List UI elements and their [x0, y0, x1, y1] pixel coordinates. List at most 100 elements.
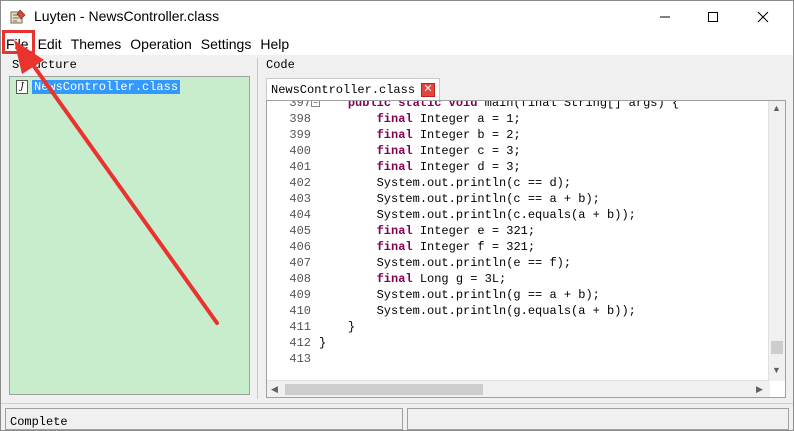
- code-keyword: final: [376, 272, 413, 286]
- minimize-icon: [660, 16, 670, 18]
- horizontal-scroll-thumb[interactable]: [285, 384, 483, 395]
- scroll-down-icon[interactable]: ▼: [772, 365, 781, 375]
- code-line: System.out.println(g == a + b);: [319, 287, 600, 303]
- line-number: 407: [289, 256, 311, 270]
- code-panel: Code NewsController.class ✕ 397−398 399 40…: [257, 58, 791, 399]
- code-text: main(final String[] args) {: [477, 101, 680, 110]
- code-text: System.out.println(g.equals(a + b));: [376, 304, 636, 318]
- window-title: Luyten - NewsController.class: [34, 8, 220, 24]
- code-line: final Integer d = 3;: [319, 159, 521, 175]
- menu-operation[interactable]: Operation: [126, 33, 196, 55]
- line-number: 409: [289, 288, 311, 302]
- luyten-app-icon: [10, 9, 26, 24]
- code-text: Integer a = 1;: [412, 112, 521, 126]
- code-keyword: final: [376, 144, 413, 158]
- code-text: Long g = 3L;: [412, 272, 507, 286]
- code-text: Integer c = 3;: [412, 144, 521, 158]
- code-editor[interactable]: 397−398 399 400 401 402 403 404 405 406 407 408 409…: [266, 100, 786, 398]
- code-text-area[interactable]: public static void main(final String[] a…: [319, 101, 767, 381]
- tree-item-newscontroller[interactable]: J NewsController.class: [16, 80, 181, 94]
- code-label: Code: [266, 58, 295, 72]
- code-text: Integer f = 321;: [412, 240, 536, 254]
- line-number: 399: [289, 128, 311, 142]
- scroll-right-icon[interactable]: ▶: [756, 384, 763, 395]
- code-line: System.out.println(c == a + b);: [319, 191, 600, 207]
- line-number: 404: [289, 208, 311, 222]
- code-keyword: final: [376, 224, 413, 238]
- maximize-icon: [708, 12, 718, 22]
- menu-help[interactable]: Help: [256, 33, 294, 55]
- code-line: public static void main(final String[] a…: [319, 101, 679, 111]
- code-line: System.out.println(e == f);: [319, 255, 571, 271]
- line-number: 398: [289, 112, 311, 126]
- scroll-up-icon[interactable]: ▲: [772, 103, 781, 113]
- menu-edit[interactable]: Edit: [34, 33, 67, 55]
- tab-close-icon[interactable]: ✕: [421, 82, 436, 97]
- scroll-left-icon[interactable]: ◀: [271, 384, 278, 395]
- close-icon: [757, 11, 769, 23]
- status-text: Complete: [10, 415, 68, 429]
- code-line: final Integer b = 2;: [319, 127, 521, 143]
- status-field-secondary: [407, 408, 789, 430]
- line-number: 400: [289, 144, 311, 158]
- code-text: System.out.println(g == a + b);: [376, 288, 600, 302]
- code-text: }: [319, 336, 327, 350]
- maximize-button[interactable]: [690, 1, 736, 33]
- code-line: }: [319, 335, 326, 351]
- vertical-scrollbar[interactable]: ▲ ▼: [768, 101, 785, 381]
- code-text: Integer b = 2;: [412, 128, 521, 142]
- tab-label: NewsController.class: [271, 82, 416, 97]
- line-number: 403: [289, 192, 311, 206]
- line-number: 410: [289, 304, 311, 318]
- code-text: System.out.println(e == f);: [376, 256, 572, 270]
- menu-bar: File Edit Themes Operation Settings Help: [1, 33, 793, 55]
- code-text: Integer d = 3;: [412, 160, 521, 174]
- code-text: }: [347, 320, 356, 334]
- code-keyword: final: [376, 128, 413, 142]
- title-bar: Luyten - NewsController.class: [1, 1, 793, 33]
- structure-label: Structure: [12, 58, 77, 72]
- minimize-button[interactable]: [642, 1, 688, 33]
- line-number: 412: [289, 336, 311, 350]
- status-bar: Complete: [1, 403, 793, 430]
- code-keyword: final: [376, 240, 413, 254]
- code-line: }: [319, 319, 355, 335]
- line-number: 401: [289, 160, 311, 174]
- java-file-icon: J: [16, 80, 28, 94]
- structure-tree[interactable]: J NewsController.class: [9, 76, 250, 395]
- tab-newscontroller[interactable]: NewsController.class ✕: [266, 78, 441, 100]
- code-text: Integer e = 321;: [412, 224, 536, 238]
- code-line: final Integer e = 321;: [319, 223, 535, 239]
- menu-settings[interactable]: Settings: [197, 33, 257, 55]
- tree-item-label: NewsController.class: [32, 80, 181, 94]
- code-text: System.out.println(c.equals(a + b));: [376, 208, 636, 222]
- line-number: 411: [289, 320, 311, 334]
- annotation-highlight-box: [2, 30, 35, 54]
- code-text: System.out.println(c == a + b);: [376, 192, 600, 206]
- code-line: System.out.println(c == d);: [319, 175, 571, 191]
- code-keyword: final: [376, 112, 413, 126]
- close-button[interactable]: [740, 1, 786, 33]
- line-number: 406: [289, 240, 311, 254]
- line-number: 413: [289, 352, 311, 366]
- code-line: System.out.println(c.equals(a + b));: [319, 207, 636, 223]
- line-number: 408: [289, 272, 311, 286]
- code-text: System.out.println(c == d);: [376, 176, 572, 190]
- line-number: 397: [289, 100, 311, 110]
- luyten-window: Luyten - NewsController.class File Edit …: [0, 0, 794, 431]
- menu-themes[interactable]: Themes: [67, 33, 127, 55]
- status-field: Complete: [5, 408, 403, 430]
- structure-panel: Structure J NewsController.class: [5, 58, 253, 399]
- code-keyword: public static void: [347, 101, 478, 110]
- code-line: final Integer f = 321;: [319, 239, 535, 255]
- code-line: System.out.println(g.equals(a + b));: [319, 303, 636, 319]
- line-number: 405: [289, 224, 311, 238]
- vertical-scroll-thumb[interactable]: [771, 341, 783, 354]
- code-line: final Integer c = 3;: [319, 143, 521, 159]
- code-line: final Long g = 3L;: [319, 271, 507, 287]
- code-keyword: final: [376, 160, 413, 174]
- line-number-gutter: 397−398 399 400 401 402 403 404 405 406 407 408 409…: [267, 100, 320, 381]
- code-line: final Integer a = 1;: [319, 111, 521, 127]
- line-number: 402: [289, 176, 311, 190]
- horizontal-scrollbar[interactable]: ◀ ▶: [267, 380, 770, 397]
